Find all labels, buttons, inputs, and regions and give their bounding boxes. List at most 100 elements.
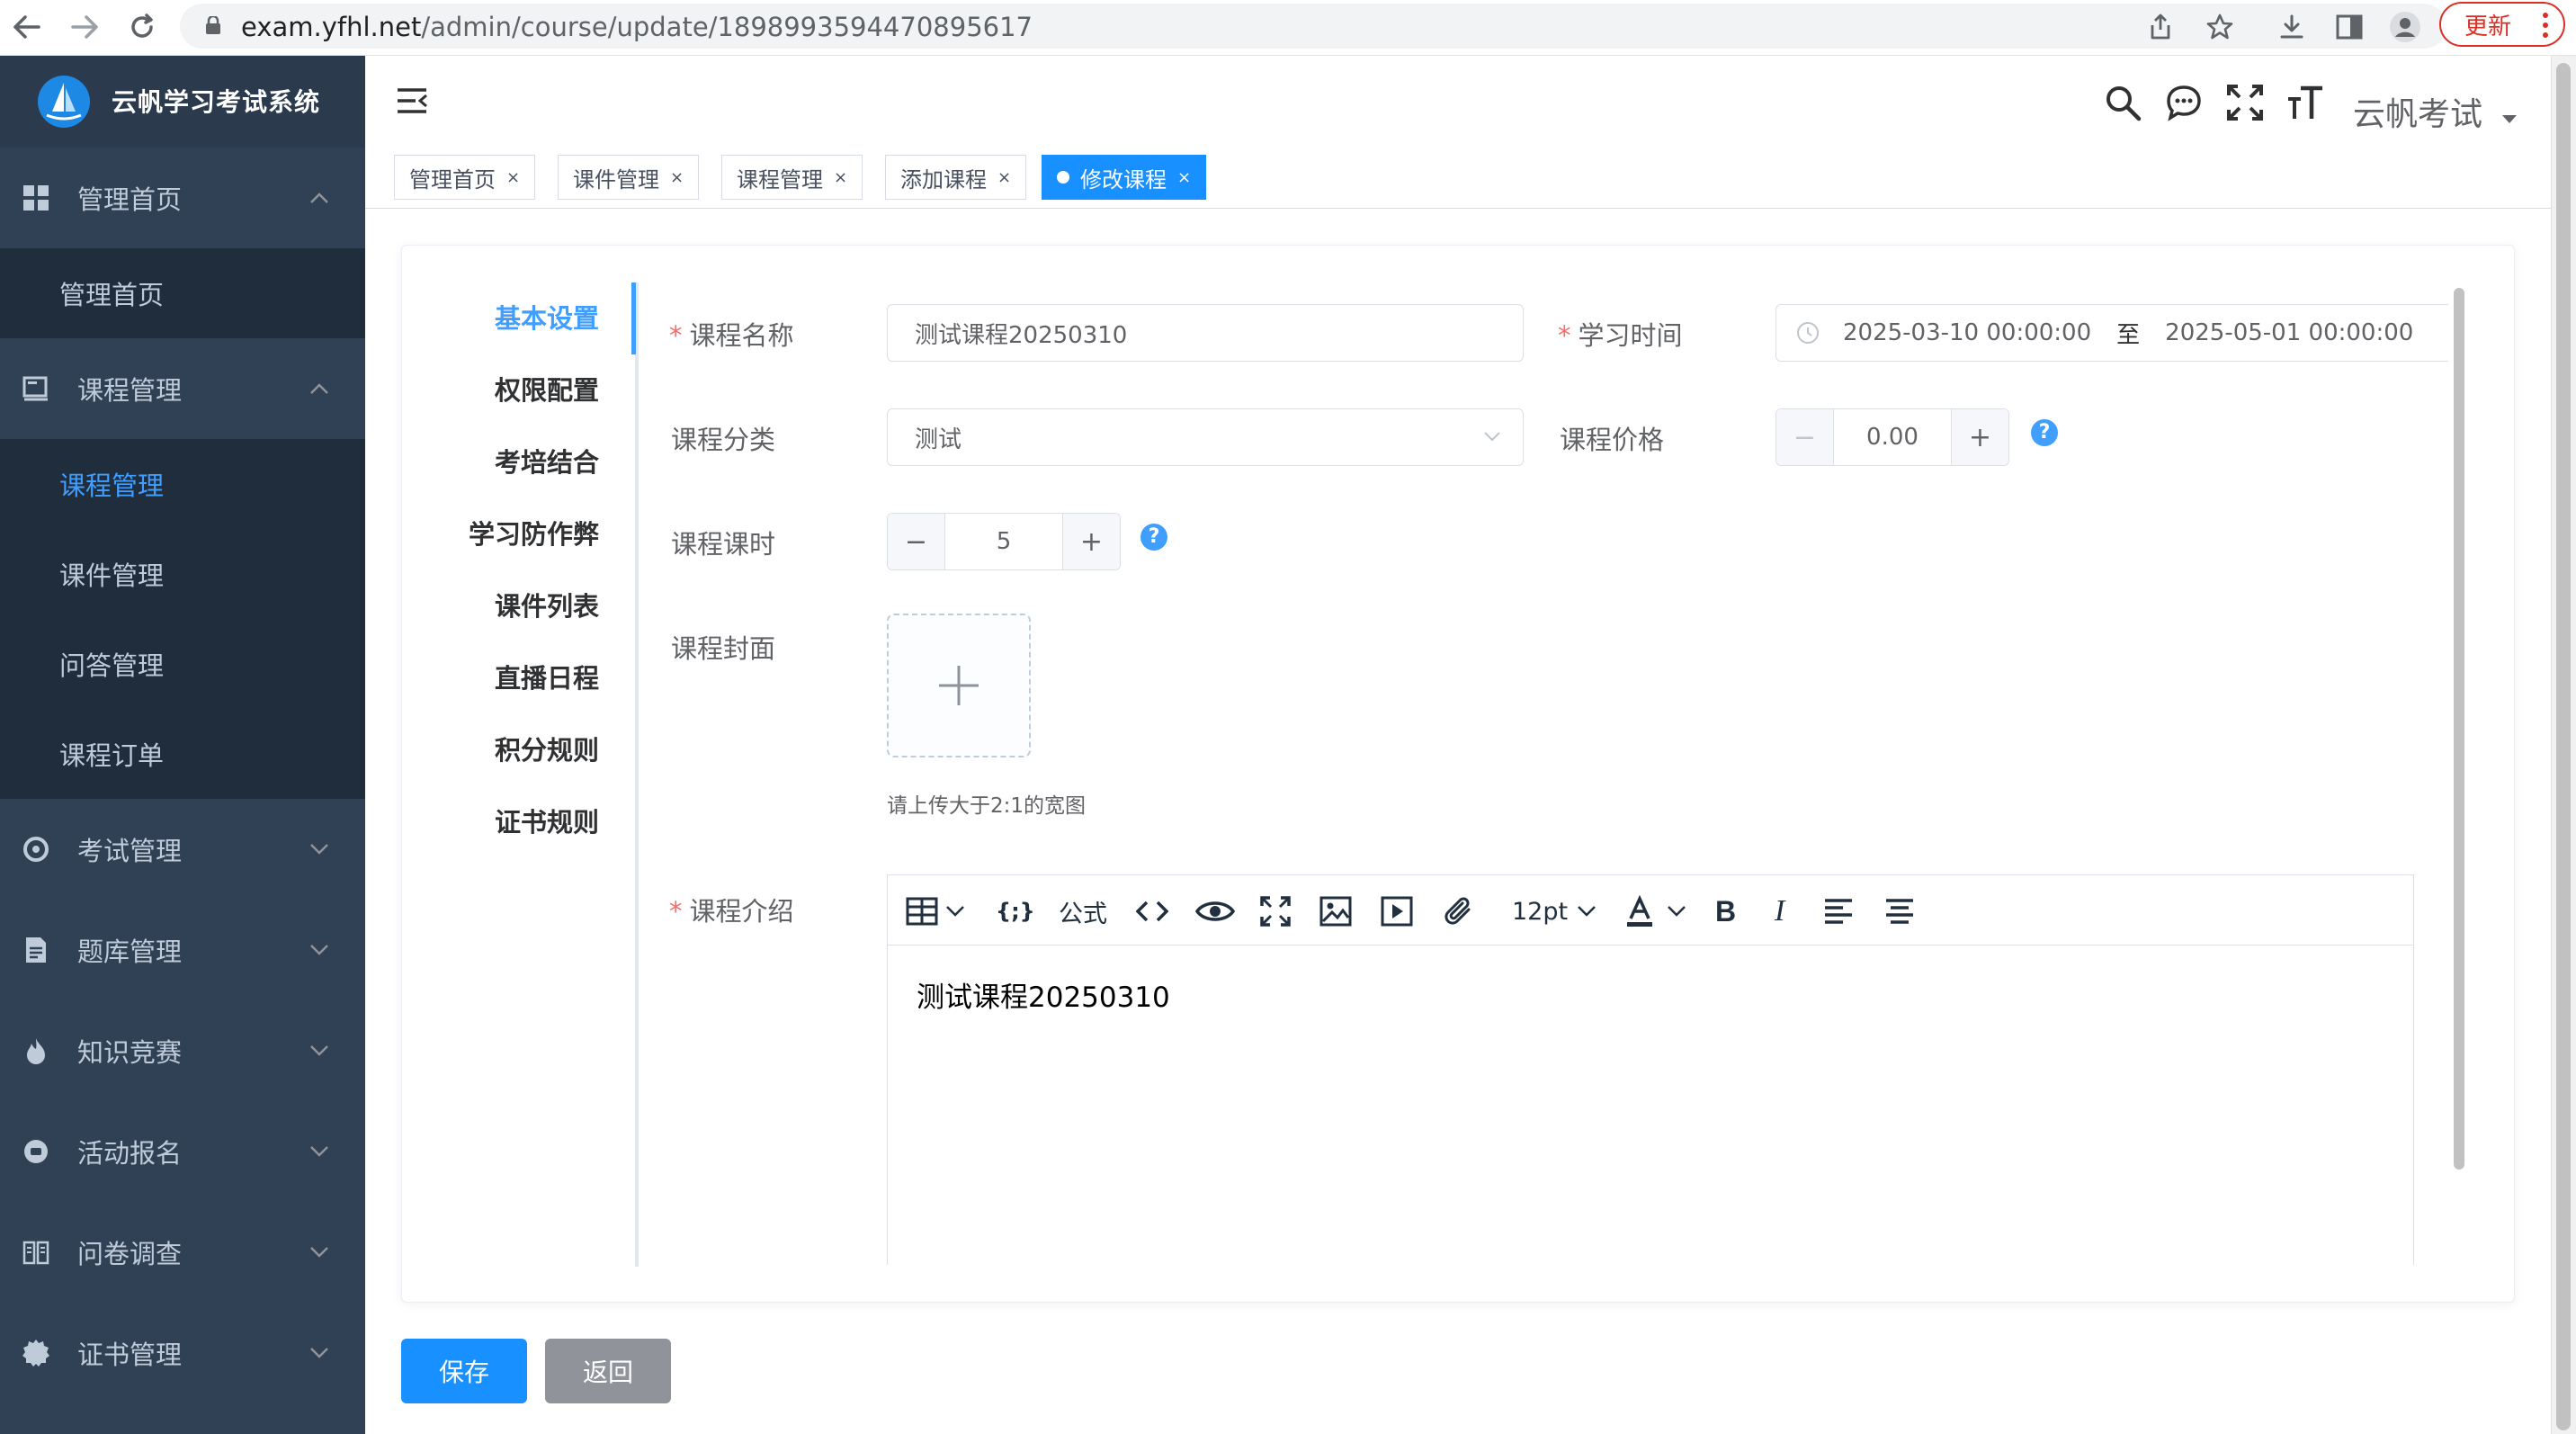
font-size-select[interactable]: 12pt [1512,895,1597,928]
fullscreen-icon[interactable] [1260,895,1291,928]
align-left-icon[interactable] [1823,895,1854,928]
menu-dashboard[interactable]: 管理首页 [0,148,365,248]
step-basic-settings[interactable]: 基本设置 [419,282,635,354]
step-exam-training[interactable]: 考培结合 [419,426,635,498]
cover-upload-tip: 请上传大于2:1的宽图 [887,794,1087,818]
preview-eye-icon[interactable] [1195,895,1235,928]
align-center-icon[interactable] [1884,895,1915,928]
fullscreen-icon[interactable] [2225,83,2265,122]
rich-text-editor: {;} 公式 12pt B I 测试课程20250310 [887,874,2414,1265]
step-permissions[interactable]: 权限配置 [419,354,635,426]
chevron-up-icon [310,383,328,394]
chevron-up-icon [310,193,328,203]
menu-question-bank[interactable]: 题库管理 [0,900,365,1000]
submenu-dashboard: 管理首页 [0,248,365,338]
hours-value[interactable]: 5 [945,514,1062,569]
download-icon[interactable] [2272,7,2312,47]
study-time-end[interactable]: 2025-05-01 00:00:00 [2165,319,2413,346]
study-time-label: * 学习时间 [1558,320,1683,351]
forward-arrow-icon[interactable] [65,7,104,47]
menu-exam[interactable]: 考试管理 [0,799,365,900]
menu-label: 知识竞赛 [77,1037,183,1068]
close-icon[interactable]: × [834,168,847,187]
menu-certificate[interactable]: 证书管理 [0,1303,365,1403]
formula-button[interactable]: 公式 [1059,895,1107,928]
step-anti-cheat[interactable]: 学习防作弊 [419,498,635,570]
badge-icon [22,1340,49,1367]
code-sample-icon[interactable]: {;} [996,895,1035,928]
question-help-icon[interactable]: ? [2031,419,2058,446]
sidebar-item-dashboard-home[interactable]: 管理首页 [0,248,365,338]
menu-course[interactable]: 课程管理 [0,338,365,439]
video-icon[interactable] [1381,895,1413,928]
page-scrollbar[interactable] [2556,63,2571,1430]
sidebar-item-course-manage[interactable]: 课程管理 [0,439,365,529]
settings-steps: 基本设置 权限配置 考培结合 学习防作弊 课件列表 直播日程 积分规则 证书规则 [423,282,639,1267]
menu-label: 管理首页 [77,184,183,215]
increase-button[interactable]: + [1951,409,2008,465]
browser-update-button[interactable]: 更新 [2439,2,2565,47]
image-icon[interactable] [1319,895,1352,928]
share-icon[interactable] [2141,7,2180,47]
close-icon[interactable]: × [506,168,520,187]
back-button[interactable]: 返回 [545,1339,671,1403]
decrease-button[interactable]: − [888,514,945,569]
editor-content[interactable]: 测试课程20250310 [917,974,1170,1015]
font-size-icon[interactable] [2286,83,2326,122]
save-button[interactable]: 保存 [401,1339,527,1403]
tag-dashboard[interactable]: 管理首页 × [394,155,536,200]
caret-down-icon[interactable] [2502,115,2517,123]
search-icon[interactable] [2103,83,2142,122]
step-points-rules[interactable]: 积分规则 [419,714,635,786]
tag-course-manage[interactable]: 课程管理 × [721,155,863,200]
menu-survey[interactable]: 问卷调查 [0,1202,365,1303]
bold-icon[interactable]: B [1715,895,1736,928]
italic-icon[interactable]: I [1775,894,1784,928]
side-panel-icon[interactable] [2330,7,2369,47]
close-icon[interactable]: × [1177,168,1191,187]
study-time-range-picker[interactable]: 2025-03-10 00:00:00 至 2025-05-01 00:00:0… [1775,304,2448,362]
profile-avatar-icon[interactable] [2385,7,2425,47]
step-courseware-list[interactable]: 课件列表 [419,570,635,642]
study-time-start[interactable]: 2025-03-10 00:00:00 [1843,319,2091,346]
step-certificate-rules[interactable]: 证书规则 [419,786,635,858]
tag-edit-course[interactable]: 修改课程 × [1042,155,1207,200]
source-code-icon[interactable] [1136,895,1168,928]
chevron-down-icon [310,945,328,955]
menu-label: 问卷调查 [77,1239,183,1269]
step-live-schedule[interactable]: 直播日程 [419,642,635,714]
bookmark-star-icon[interactable] [2200,7,2240,47]
category-select[interactable]: 测试 [887,408,1524,466]
menu-toggle-icon[interactable] [396,86,428,115]
plus-icon [939,666,979,705]
chevron-down-icon [310,1348,328,1358]
price-value[interactable]: 0.00 [1834,409,1951,465]
sidebar-item-qa[interactable]: 问答管理 [0,619,365,709]
price-stepper[interactable]: − 0.00 + [1775,408,2009,466]
back-arrow-icon[interactable] [7,7,47,47]
sidebar-item-courseware[interactable]: 课件管理 [0,529,365,619]
hours-stepper[interactable]: − 5 + [887,513,1121,570]
tag-courseware[interactable]: 课件管理 × [558,155,700,200]
text-color-icon[interactable] [1623,895,1686,928]
reload-icon[interactable] [122,7,162,47]
tag-label: 修改课程 [1080,166,1167,193]
close-icon[interactable]: × [670,168,684,187]
question-help-icon[interactable]: ? [1140,524,1167,551]
sidebar-item-orders[interactable]: 课程订单 [0,709,365,799]
close-icon[interactable]: × [997,168,1011,187]
user-name[interactable]: 云帆考试 [2353,88,2482,135]
course-name-input[interactable]: 测试课程20250310 [887,304,1524,362]
attachment-icon[interactable] [1442,895,1476,928]
message-icon[interactable] [2164,83,2204,122]
table-icon[interactable] [906,895,965,928]
menu-activity[interactable]: 活动报名 [0,1101,365,1202]
decrease-button[interactable]: − [1776,409,1834,465]
active-dot [1057,171,1069,184]
menu-competition[interactable]: 知识竞赛 [0,1000,365,1101]
tag-add-course[interactable]: 添加课程 × [885,155,1027,200]
address-bar[interactable]: exam.yfhl.net/admin/course/update/189899… [180,4,2446,49]
increase-button[interactable]: + [1062,514,1120,569]
form-scrollbar[interactable] [2454,288,2464,1170]
cover-uploader[interactable] [887,614,1031,757]
